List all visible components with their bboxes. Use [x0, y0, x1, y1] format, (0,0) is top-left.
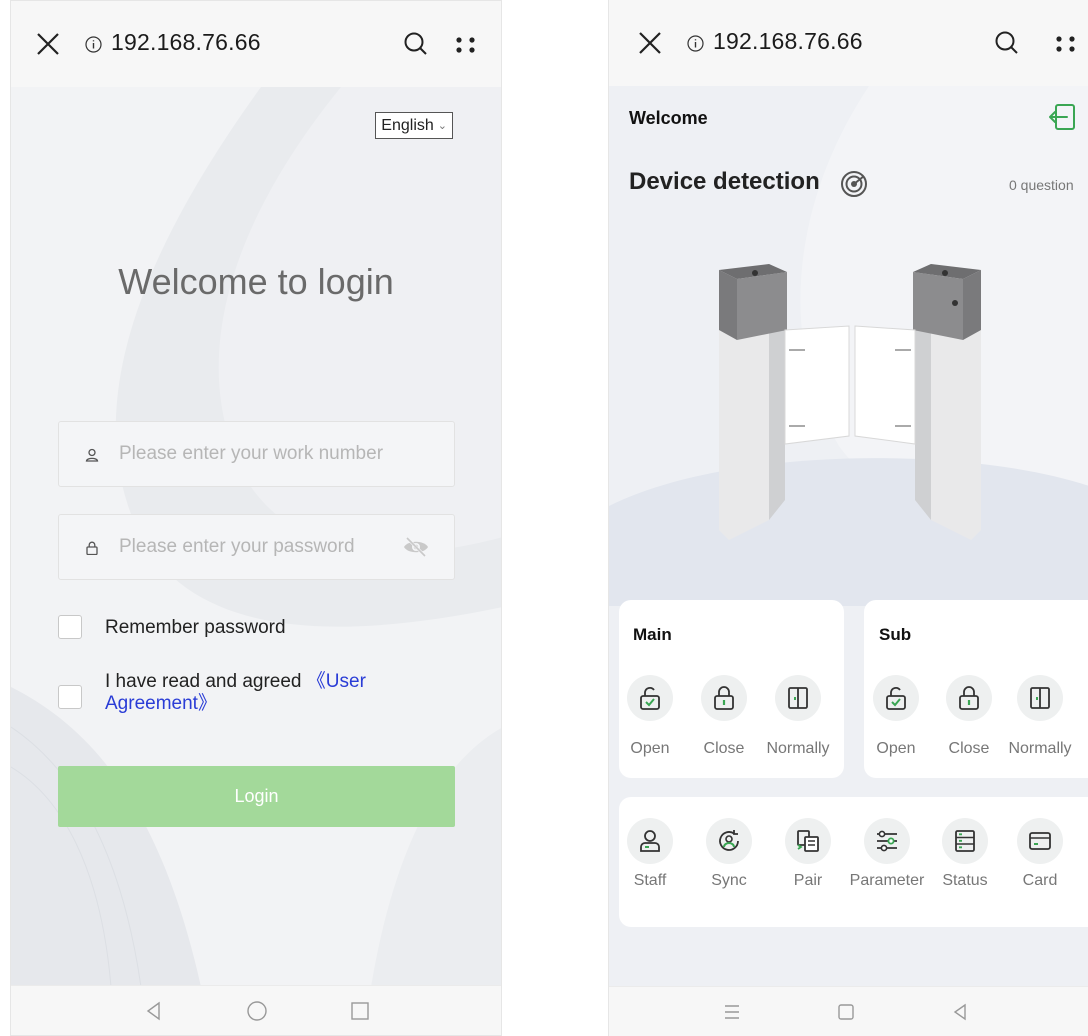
parameter-button[interactable]	[864, 818, 910, 864]
radar-icon[interactable]	[840, 170, 868, 198]
language-select[interactable]: English ⌄	[375, 112, 453, 139]
chevron-down-icon: ⌄	[437, 120, 447, 132]
search-icon[interactable]	[994, 30, 1020, 56]
system-nav-bar	[11, 985, 501, 1035]
url-text[interactable]: 192.168.76.66	[713, 28, 863, 55]
card-button[interactable]	[1017, 818, 1063, 864]
status-button[interactable]	[942, 818, 988, 864]
work-number-input[interactable]	[119, 422, 419, 486]
login-screen: 192.168.76.66 English ⌄ Welcome to login…	[10, 0, 502, 1036]
staff-icon	[640, 830, 660, 852]
lock-icon	[714, 686, 734, 710]
card-icon	[1029, 832, 1051, 850]
unlock-icon	[886, 687, 906, 710]
agreement-checkbox[interactable]	[58, 685, 82, 709]
password-field[interactable]	[58, 514, 455, 580]
language-value: English	[381, 116, 434, 134]
remember-password-row[interactable]: Remember password	[58, 615, 286, 639]
lock-icon	[86, 541, 98, 555]
search-icon[interactable]	[403, 31, 429, 57]
close-icon[interactable]	[35, 31, 61, 57]
eye-off-icon[interactable]	[402, 535, 430, 559]
page-title: Welcome to login	[118, 261, 394, 302]
password-input[interactable]	[119, 515, 419, 579]
status-icon	[955, 830, 975, 852]
home-icon[interactable]	[835, 1001, 857, 1023]
sub-card-title: Sub	[879, 625, 912, 644]
main-normally-button[interactable]	[775, 675, 821, 721]
staff-label: Staff	[633, 872, 667, 889]
card-label: Card	[1022, 872, 1058, 889]
sync-icon	[719, 830, 739, 851]
browser-bar: 192.168.76.66	[609, 0, 1088, 86]
main-normally-label: Normally	[766, 740, 830, 757]
login-button[interactable]: Login	[58, 766, 455, 827]
questions-count[interactable]: 0 question	[1009, 177, 1074, 193]
lock-icon	[959, 686, 979, 710]
browser-bar: 192.168.76.66	[11, 1, 501, 87]
system-nav-bar	[609, 986, 1088, 1036]
more-icon[interactable]	[1055, 35, 1077, 53]
dashboard-screen: 192.168.76.66 Welcome Device detection 0…	[608, 0, 1088, 1036]
sync-button[interactable]	[706, 818, 752, 864]
logout-icon[interactable]	[1047, 102, 1077, 132]
sub-close-button[interactable]	[946, 675, 992, 721]
info-icon[interactable]	[687, 35, 704, 52]
tools-card	[619, 797, 1088, 927]
sub-normally-label: Normally	[1008, 740, 1072, 757]
main-open-button[interactable]	[627, 675, 673, 721]
pair-label: Pair	[793, 872, 823, 889]
remember-password-label: Remember password	[105, 617, 286, 638]
menu-icon[interactable]	[721, 1001, 743, 1023]
pair-icon	[797, 830, 819, 852]
agreement-text: I have read and agreed 《User Agreement》	[105, 671, 395, 715]
home-icon[interactable]	[246, 1000, 268, 1022]
parameter-label: Parameter	[849, 872, 925, 889]
back-icon[interactable]	[949, 1001, 971, 1023]
recents-icon[interactable]	[349, 1000, 371, 1022]
welcome-text: Welcome	[629, 108, 708, 128]
sub-normally-button[interactable]	[1017, 675, 1063, 721]
back-icon[interactable]	[143, 1000, 165, 1022]
pair-button[interactable]	[785, 818, 831, 864]
sync-label: Sync	[711, 872, 747, 889]
door-icon	[1030, 687, 1050, 709]
sub-open-button[interactable]	[873, 675, 919, 721]
agreement-row[interactable]: I have read and agreed 《User Agreement》	[58, 671, 395, 715]
door-icon	[788, 687, 808, 709]
main-card-title: Main	[633, 625, 672, 644]
unlock-icon	[640, 687, 660, 710]
url-text[interactable]: 192.168.76.66	[111, 29, 261, 56]
user-icon	[85, 448, 99, 462]
parameter-icon	[877, 830, 897, 852]
more-icon[interactable]	[455, 36, 477, 54]
staff-button[interactable]	[627, 818, 673, 864]
close-icon[interactable]	[637, 30, 663, 56]
device-detection-title: Device detection	[629, 168, 820, 195]
info-icon[interactable]	[85, 36, 102, 53]
remember-password-checkbox[interactable]	[58, 615, 82, 639]
work-number-field[interactable]	[58, 421, 455, 487]
main-close-button[interactable]	[701, 675, 747, 721]
agreement-label: I have read and agreed	[105, 671, 302, 692]
turnstile-gate-image	[719, 264, 981, 540]
